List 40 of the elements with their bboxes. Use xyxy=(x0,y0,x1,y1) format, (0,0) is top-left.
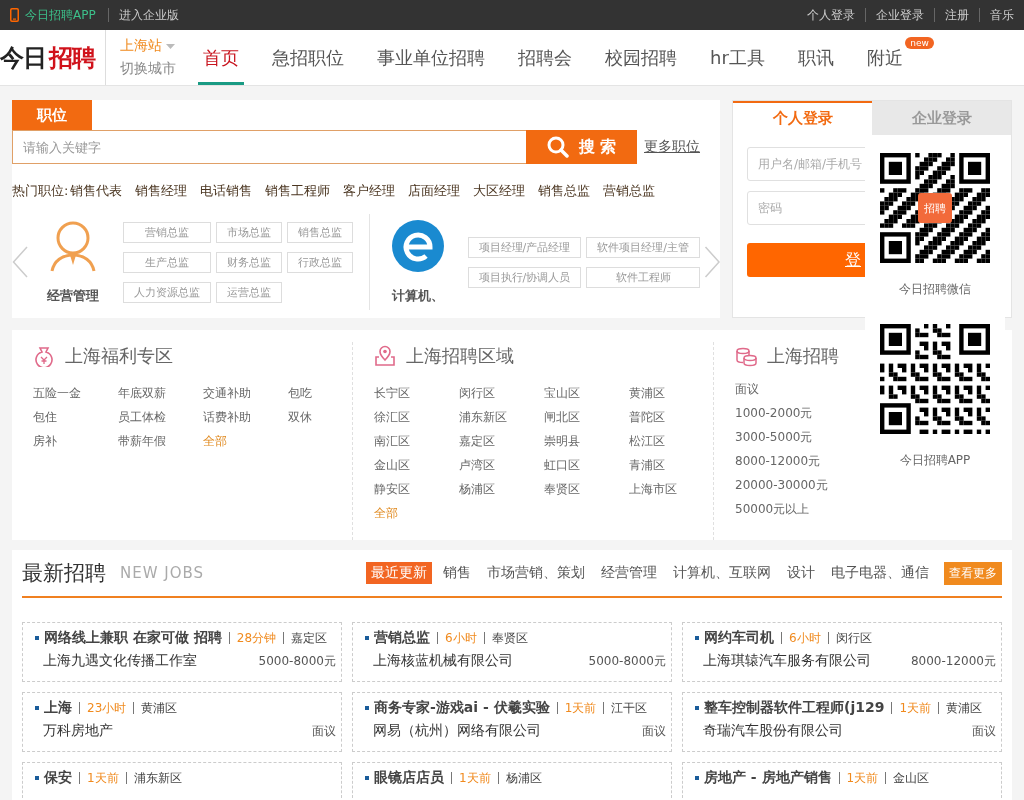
post-time: 6小时 xyxy=(445,629,477,647)
panel-title: 上海福利专区 xyxy=(65,344,173,368)
post-time: 1天前 xyxy=(564,699,597,717)
post-time: 1天前 xyxy=(459,769,491,787)
job-area: 黄浦区 xyxy=(946,699,983,717)
section-title: 最新招聘 xyxy=(22,560,106,587)
salary: 5000-8000元 xyxy=(258,653,336,670)
post-time: 1天前 xyxy=(899,699,932,717)
company-name: 上海核蓝机械有限公司 xyxy=(373,652,513,670)
hot-jobs-label: 热门职位: xyxy=(12,182,69,200)
post-time: 28分钟 xyxy=(236,629,277,647)
company-name: 网易（杭州）网络有限公司 xyxy=(373,722,541,740)
qr-logo: 招聘 xyxy=(918,193,952,223)
salary: 5000-8000元 xyxy=(588,653,666,670)
panel-title: 上海招聘区域 xyxy=(406,344,514,368)
job-area: 黄浦区 xyxy=(141,699,178,717)
qr-caption: 今日招聘APP xyxy=(899,452,971,469)
post-time: 1天前 xyxy=(87,769,119,787)
new-badge: new xyxy=(905,37,934,49)
salary: 8000-12000元 xyxy=(910,653,996,670)
salary: 面议 xyxy=(642,723,666,740)
job-area: 江干区 xyxy=(611,699,648,717)
post-time: 1天前 xyxy=(846,769,879,787)
company-name: 奇瑞汽车股份有限公司 xyxy=(703,722,843,740)
salary: 面议 xyxy=(972,723,996,740)
job-area: 闵行区 xyxy=(835,629,872,647)
panel-title: 上海招聘 xyxy=(767,344,839,368)
company-name: 上海琪辕汽车服务有限公司 xyxy=(703,652,871,670)
post-time: 6小时 xyxy=(789,629,821,647)
qr-caption: 今日招聘微信 xyxy=(899,281,971,298)
company-name: 上海九遇文化传播工作室 xyxy=(43,652,197,670)
job-area: 杨浦区 xyxy=(505,769,542,787)
job-area: 嘉定区 xyxy=(291,629,328,647)
job-area: 浦东新区 xyxy=(133,769,182,787)
post-time: 23小时 xyxy=(87,699,127,717)
salary: 面议 xyxy=(312,723,336,740)
job-area: 金山区 xyxy=(893,769,930,787)
section-subtitle: NEW JOBS xyxy=(120,564,205,582)
company-name: 万科房地产 xyxy=(43,722,113,740)
job-area: 奉贤区 xyxy=(491,629,528,647)
